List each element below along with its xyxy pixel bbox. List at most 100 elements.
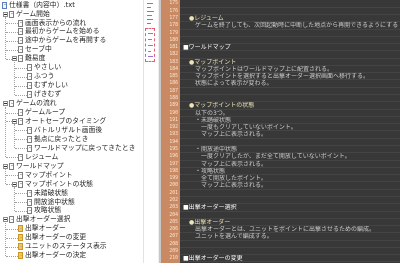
editor-line[interactable]: 204: [161, 212, 400, 220]
line-text: ・開放途中状態: [183, 146, 238, 153]
editor-line[interactable]: 200 マップ上に表示される。: [161, 182, 400, 190]
tree-item[interactable]: セーブ中: [0, 45, 143, 54]
collapse-toggle-icon[interactable]: [12, 118, 17, 124]
editor-line[interactable]: 206 出撃オーダーとは、ユニットをポイントに出撃させるための編成。: [161, 226, 400, 234]
tree-item[interactable]: 出撃オーダー: [0, 224, 143, 233]
editor-line[interactable]: 181 ■ワールドマップ: [161, 44, 400, 52]
editor-line[interactable]: 179: [161, 30, 400, 38]
tree-item[interactable]: ユニットのステータス表示: [0, 242, 143, 251]
overview-strip[interactable]: [143, 0, 158, 263]
collapse-toggle-icon[interactable]: [12, 181, 17, 187]
tree-item[interactable]: 拠点に戻ったとき: [0, 135, 143, 144]
tree-item-label: ゲームの流れ: [16, 99, 57, 108]
text-editor[interactable]: 175 176 177 ●レジューム 178 ゲームを終了しても、次回起動時に中断した…: [161, 0, 400, 263]
collapse-toggle-icon[interactable]: [3, 11, 8, 17]
line-number: 183: [169, 59, 178, 65]
editor-line[interactable]: 198 ・攻略状態: [161, 168, 400, 176]
tree-root-item[interactable]: 仕様書（内容中）.txt: [0, 1, 143, 10]
editor-line[interactable]: 194: [161, 139, 400, 147]
tree-item[interactable]: ゲームの流れ: [0, 99, 143, 108]
tree-item[interactable]: レジューム: [0, 153, 143, 162]
editor-line[interactable]: 186 状態によって表示が変わる。: [161, 80, 400, 89]
highlight-page-icon: [18, 243, 23, 251]
page-icon: [27, 189, 32, 197]
tree-item[interactable]: 出撃オーダー選択: [0, 215, 143, 224]
tree-item[interactable]: 出撃オーダーの変更: [0, 233, 143, 242]
page-icon: [18, 19, 23, 27]
line-number: 188: [169, 96, 178, 102]
tree-item[interactable]: げきむず: [0, 90, 143, 99]
page-icon: [27, 198, 32, 206]
tree-item[interactable]: マップポイントの状態: [0, 180, 143, 189]
editor-line[interactable]: 196 一度クリアしたが、まだ全て開放していないポイント。: [161, 153, 400, 161]
collapse-toggle-icon[interactable]: [3, 101, 8, 107]
tree-item-label: 未踏破状態: [34, 188, 68, 197]
collapse-toggle-icon[interactable]: [12, 56, 17, 62]
editor-line[interactable]: 175: [161, 0, 400, 8]
editor-line[interactable]: 205 ●出撃オーダー: [161, 219, 400, 227]
page-icon: [9, 162, 14, 170]
editor-line[interactable]: 178 ゲームを終了しても、次回起動時に中断した地点から再開できるようにする。（…: [161, 22, 400, 30]
tree-item[interactable]: 未踏破状態: [0, 189, 143, 198]
line-text: マップポイントはワールドマップ上に配置される。: [183, 65, 334, 73]
tree-item[interactable]: マップポイント: [0, 171, 143, 180]
tree-item[interactable]: ゲームループ: [0, 108, 143, 117]
editor-line[interactable]: 190 以下の3つ。: [161, 110, 400, 118]
editor-line[interactable]: 192 一度もクリアしていないポイント。: [161, 124, 400, 132]
line-text: 状態によって表示が変わる。: [183, 80, 273, 88]
overview-viewport[interactable]: [145, 28, 155, 62]
editor-line[interactable]: 189 ●マップポイントの状態: [161, 102, 400, 110]
line-number: 186: [169, 81, 178, 87]
collapse-toggle-icon[interactable]: [3, 163, 8, 169]
editor-line[interactable]: 199 全て開放したポイント。: [161, 175, 400, 183]
collapse-toggle-icon[interactable]: [3, 217, 8, 223]
editor-line[interactable]: 195 ・開放途中状態: [161, 146, 400, 154]
editor-line[interactable]: 203 ■出撃オーダー選択: [161, 204, 400, 212]
outline-tree-pane[interactable]: 仕様書（内容中）.txt ゲーム開始 画面表示からの流れ 最初からゲームを始める 途中か…: [0, 0, 143, 263]
editor-line[interactable]: 202: [161, 197, 400, 205]
tree-item[interactable]: 出撃オーダーの決定: [0, 251, 143, 260]
tree-item-label: マップポイントの状態: [25, 179, 93, 188]
editor-line[interactable]: 183 ●マップポイント: [161, 59, 400, 67]
document-root-icon: [2, 1, 7, 9]
tree-item[interactable]: 途中からゲームを再開する: [0, 36, 143, 45]
page-icon: [27, 126, 32, 134]
tree-item[interactable]: 開放途中状態: [0, 198, 143, 207]
tree-item[interactable]: ゲーム開始: [0, 10, 143, 19]
editor-line[interactable]: 180: [161, 37, 400, 45]
editor-line[interactable]: 207 ユニットを選んで編成する。: [161, 233, 400, 241]
editor-line[interactable]: 209: [161, 248, 400, 256]
editor-lines[interactable]: 175 176 177 ●レジューム 178 ゲームを終了しても、次回起動時に中断した…: [161, 0, 400, 263]
tree-item[interactable]: やさしい: [0, 63, 143, 72]
editor-line[interactable]: 184 マップポイントはワールドマップ上に配置される。: [161, 65, 400, 74]
line-number: 199: [169, 176, 178, 182]
tree-item-label: レジューム: [25, 152, 59, 161]
tree-item[interactable]: バトルリザルト画面後: [0, 126, 143, 135]
tree-item-label: 仕様書（内容中）.txt: [9, 0, 75, 9]
line-number: 193: [169, 132, 178, 138]
editor-line[interactable]: 182: [161, 51, 400, 59]
editor-line[interactable]: 185 マップポイントを選択すると出撃オーダー選択画面へ移行する。: [161, 73, 400, 81]
editor-line[interactable]: 187: [161, 88, 400, 96]
tree-item[interactable]: むずかしい: [0, 81, 143, 90]
editor-line[interactable]: 176: [161, 8, 400, 16]
highlight-page-icon: [18, 252, 23, 260]
editor-line[interactable]: 197 マップ上に表示される。: [161, 161, 400, 169]
editor-line[interactable]: 191 ・未踏破状態: [161, 117, 400, 125]
editor-line[interactable]: 201: [161, 190, 400, 198]
page-icon: [27, 207, 32, 215]
line-text: 一度もクリアしていないポイント。: [183, 124, 297, 132]
tree-item[interactable]: 難易度: [0, 54, 143, 63]
page-icon: [9, 10, 14, 18]
line-text: ■出撃オーダー選択: [183, 204, 237, 212]
tree-item[interactable]: ワールドマップ: [0, 162, 143, 171]
editor-line[interactable]: 193 マップ上に表示される。: [161, 131, 400, 139]
line-text: マップ上に表示される。: [183, 131, 268, 139]
tree-item[interactable]: オートセーブのタイミング: [0, 117, 143, 126]
tree-item[interactable]: ワールドマップに戻ってきたとき: [0, 144, 143, 153]
tree-item[interactable]: ふつう: [0, 72, 143, 81]
editor-line[interactable]: 177 ●レジューム: [161, 15, 400, 23]
editor-line[interactable]: 208: [161, 241, 400, 249]
editor-line[interactable]: 210 ■出撃オーダーの変更: [161, 255, 400, 263]
editor-line[interactable]: 188: [161, 95, 400, 103]
